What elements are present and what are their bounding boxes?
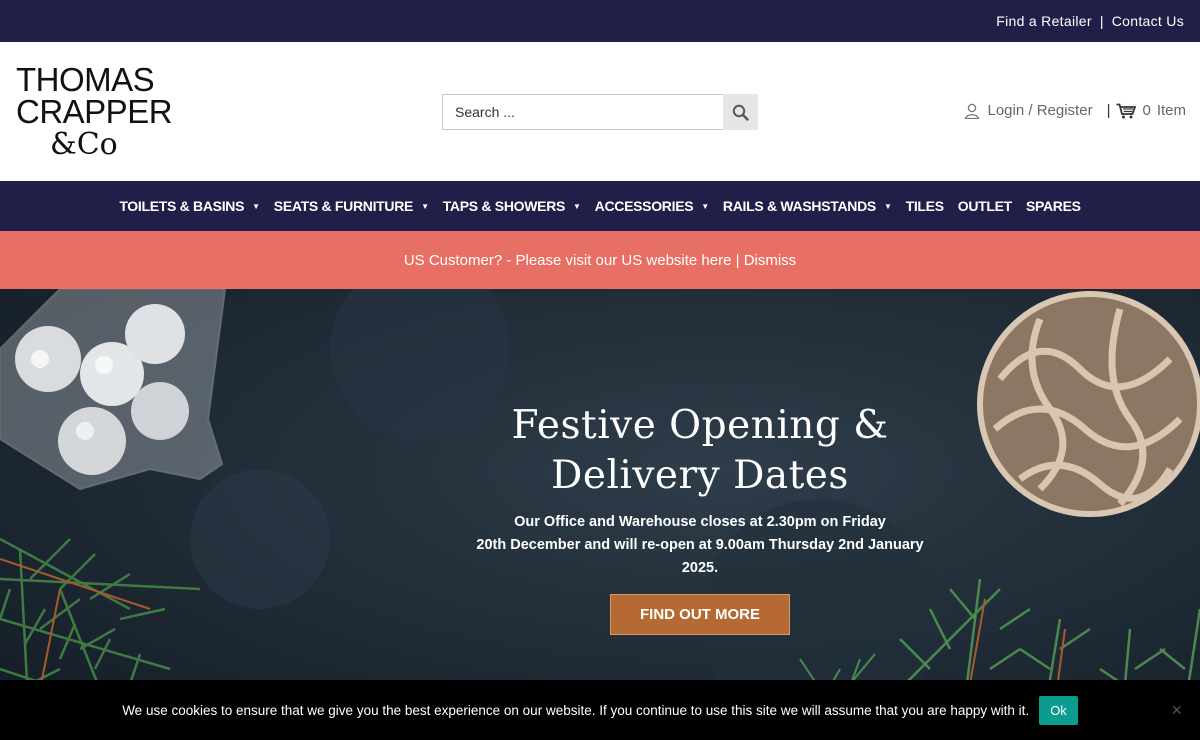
nav-item-toilets-basins[interactable]: TOILETS & BASINS ▼ xyxy=(119,198,260,214)
nav-item-taps-showers[interactable]: TAPS & SHOWERS ▼ xyxy=(443,198,581,214)
topbar-separator: | xyxy=(1099,13,1104,29)
cart-count: 0 xyxy=(1142,102,1151,119)
nav-label: RAILS & WASHSTANDS xyxy=(722,198,876,214)
nav-item-spares[interactable]: SPARES xyxy=(1026,198,1081,214)
nav-item-tiles[interactable]: TILES xyxy=(906,198,944,214)
us-customer-notice: US Customer? - Please visit our US websi… xyxy=(0,231,1200,289)
us-website-link[interactable]: US Customer? - Please visit our US websi… xyxy=(404,252,732,269)
search-input[interactable] xyxy=(442,94,723,130)
cart-icon xyxy=(1116,103,1137,118)
search-form xyxy=(442,94,758,130)
cart-label: Item xyxy=(1156,102,1186,119)
cookie-banner: We use cookies to ensure that we give yo… xyxy=(0,680,1200,740)
login-register-label: Login / Register xyxy=(987,102,1093,119)
hero-body-line-2: 20th December and will re-open at 9.00am… xyxy=(476,537,924,553)
dismiss-link[interactable]: Dismiss xyxy=(744,252,797,269)
nav-item-rails-washstands[interactable]: RAILS & WASHSTANDS ▼ xyxy=(723,198,892,214)
notice-separator: | xyxy=(731,251,744,269)
main-nav: TOILETS & BASINS ▼ SEATS & FURNITURE ▼ TAP… xyxy=(0,181,1200,231)
account-separator: | xyxy=(1106,102,1111,119)
account-area: Login / Register | 0 Item xyxy=(964,102,1186,119)
site-header: THOMAS CRAPPER &Co Login / Register | xyxy=(0,42,1200,181)
caret-down-icon: ▼ xyxy=(883,201,892,211)
login-register-link[interactable]: Login / Register xyxy=(964,102,1093,119)
nav-label: OUTLET xyxy=(957,198,1013,214)
logo-line-3: &Co xyxy=(50,127,118,162)
nav-label: ACCESSORIES xyxy=(594,198,694,214)
site-logo[interactable]: THOMAS CRAPPER &Co xyxy=(16,61,173,162)
hero-content: Festive Opening & Delivery Dates Our Off… xyxy=(470,401,930,635)
logo-line-1: THOMAS xyxy=(16,61,155,98)
search-icon xyxy=(732,104,749,121)
hero-body-line-1: Our Office and Warehouse closes at 2.30p… xyxy=(514,514,886,530)
hero-title-line-2: Delivery Dates xyxy=(551,453,849,498)
cookie-message: We use cookies to ensure that we give yo… xyxy=(122,702,1030,718)
caret-down-icon: ▼ xyxy=(421,201,429,211)
logo-line-2: CRAPPER xyxy=(16,93,173,130)
contact-us-link[interactable]: Contact Us xyxy=(1112,13,1184,29)
nav-item-accessories[interactable]: ACCESSORIES ▼ xyxy=(594,198,710,214)
caret-down-icon: ▼ xyxy=(252,201,260,211)
find-out-more-button[interactable]: FIND OUT MORE xyxy=(610,594,790,635)
nav-label: SEATS & FURNITURE xyxy=(273,198,414,214)
hero-banner: Festive Opening & Delivery Dates Our Off… xyxy=(0,289,1200,740)
cookie-ok-button[interactable]: Ok xyxy=(1039,695,1078,725)
hero-title-line-1: Festive Opening & xyxy=(511,403,889,448)
caret-down-icon: ▼ xyxy=(701,201,709,211)
caret-down-icon: ▼ xyxy=(573,201,581,211)
top-bar: Find a Retailer | Contact Us xyxy=(0,0,1200,42)
close-icon[interactable]: × xyxy=(1171,700,1182,721)
hero-body: Our Office and Warehouse closes at 2.30p… xyxy=(470,511,930,580)
nav-item-outlet[interactable]: OUTLET xyxy=(957,198,1013,214)
nav-item-seats-furniture[interactable]: SEATS & FURNITURE ▼ xyxy=(274,198,429,214)
nav-label: TILES xyxy=(905,198,944,214)
hero-title: Festive Opening & Delivery Dates xyxy=(470,401,930,501)
cart-link[interactable]: 0 Item xyxy=(1116,102,1186,119)
nav-label: SPARES xyxy=(1025,198,1081,214)
nav-label: TAPS & SHOWERS xyxy=(442,198,566,214)
search-button[interactable] xyxy=(723,94,758,130)
nav-label: TOILETS & BASINS xyxy=(119,198,245,214)
user-icon xyxy=(964,103,979,119)
find-retailer-link[interactable]: Find a Retailer xyxy=(996,13,1092,29)
hero-body-line-3: 2025. xyxy=(681,560,719,576)
